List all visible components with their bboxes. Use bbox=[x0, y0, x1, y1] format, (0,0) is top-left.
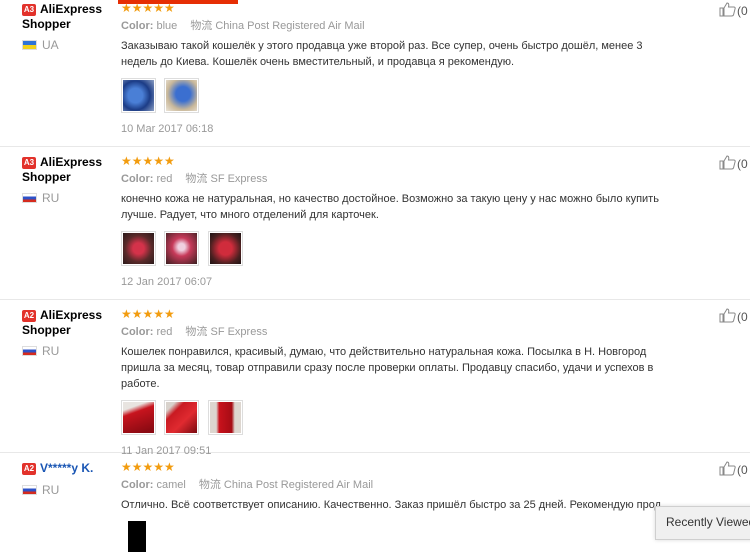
thumbs-up-icon bbox=[719, 308, 736, 323]
order-info: Color: camel 物流 China Post Registered Ai… bbox=[121, 479, 374, 491]
review-text: Кошелек понравился, красивый, думаю, что… bbox=[121, 346, 654, 390]
review-text: Отлично. Всё соответствует описанию. Кач… bbox=[121, 499, 661, 511]
russia-flag-icon bbox=[22, 193, 37, 203]
review-item: A3 AliExpress Shopper UA ★★★★★ Color: blu… bbox=[0, 2, 750, 147]
review-photo-thumbnail[interactable] bbox=[121, 78, 156, 113]
review-photo-thumbnail[interactable] bbox=[164, 78, 200, 113]
reviewer-info: A2 V*****y K. RU bbox=[22, 461, 117, 497]
review-photo-thumbnail[interactable] bbox=[164, 400, 200, 435]
star-rating: ★★★★★ bbox=[121, 1, 175, 15]
russia-flag-icon bbox=[22, 346, 37, 356]
helpful-button[interactable]: (0 bbox=[719, 461, 748, 477]
review-photos bbox=[121, 78, 661, 114]
shipping-method: 物流 SF Express bbox=[185, 173, 268, 185]
russia-flag-icon bbox=[22, 485, 37, 495]
review-photo-thumbnail[interactable] bbox=[121, 400, 156, 435]
item-color: blue bbox=[156, 20, 178, 32]
reviewer-country: RU bbox=[22, 344, 117, 358]
review-content: ★★★★★ Color: camel 物流 China Post Registe… bbox=[121, 461, 661, 557]
review-photos bbox=[121, 521, 661, 557]
order-info: Color: blue 物流 China Post Registered Air… bbox=[121, 20, 365, 32]
helpful-button[interactable]: (0 bbox=[719, 155, 748, 171]
recently-viewed-button[interactable]: Recently Viewed bbox=[655, 506, 750, 540]
reviewer-info: A2 AliExpress Shopper RU bbox=[22, 308, 117, 358]
review-photos bbox=[121, 400, 661, 436]
thumbs-up-icon bbox=[719, 461, 736, 476]
reviewer-info: A3 AliExpress Shopper UA bbox=[22, 2, 117, 52]
star-rating: ★★★★★ bbox=[121, 307, 175, 321]
reviewer-name[interactable]: A3 AliExpress Shopper bbox=[22, 155, 117, 185]
shipping-method: 物流 China Post Registered Air Mail bbox=[198, 479, 374, 491]
review-item: A3 AliExpress Shopper RU ★★★★★ Color: red… bbox=[0, 155, 750, 300]
item-color: camel bbox=[156, 479, 186, 491]
review-text: Заказываю такой кошелёк у этого продавца… bbox=[121, 40, 643, 68]
review-photo-thumbnail[interactable] bbox=[164, 231, 200, 266]
buyer-level-badge: A3 bbox=[22, 4, 36, 16]
review-date: 11 Jan 2017 09:51 bbox=[121, 445, 212, 457]
star-rating: ★★★★★ bbox=[121, 154, 175, 168]
review-date: 12 Jan 2017 06:07 bbox=[121, 276, 213, 288]
reviewer-name[interactable]: A2 V*****y K. bbox=[22, 461, 117, 476]
reviewer-country: UA bbox=[22, 38, 117, 52]
buyer-level-badge: A2 bbox=[22, 310, 36, 322]
review-content: ★★★★★ Color: red 物流 SF Express конечно к… bbox=[121, 155, 661, 289]
review-item: A2 V*****y K. RU ★★★★★ Color: camel 物流 Ch… bbox=[0, 461, 750, 552]
star-rating: ★★★★★ bbox=[121, 460, 175, 474]
review-photo-thumbnail[interactable] bbox=[121, 231, 156, 266]
helpful-button[interactable]: (0 bbox=[719, 308, 748, 324]
review-content: ★★★★★ Color: blue 物流 China Post Register… bbox=[121, 2, 661, 136]
order-info: Color: red 物流 SF Express bbox=[121, 173, 268, 185]
reviewer-info: A3 AliExpress Shopper RU bbox=[22, 155, 117, 205]
item-color: red bbox=[156, 326, 173, 338]
item-color: red bbox=[156, 173, 173, 185]
review-photo-thumbnail[interactable] bbox=[207, 231, 243, 266]
review-item: A2 AliExpress Shopper RU ★★★★★ Color: red… bbox=[0, 308, 750, 457]
ukraine-flag-icon bbox=[22, 40, 37, 50]
thumbs-up-icon bbox=[719, 2, 736, 17]
order-info: Color: red 物流 SF Express bbox=[121, 326, 268, 338]
review-content: ★★★★★ Color: red 物流 SF Express Кошелек п… bbox=[121, 308, 661, 458]
review-text: конечно кожа не натуральная, но качество… bbox=[121, 193, 659, 221]
reviewer-name[interactable]: A3 AliExpress Shopper bbox=[22, 2, 117, 32]
review-photo-thumbnail[interactable] bbox=[128, 521, 146, 552]
buyer-level-badge: A2 bbox=[22, 463, 36, 475]
reviewer-country: RU bbox=[22, 483, 117, 497]
shipping-method: 物流 China Post Registered Air Mail bbox=[190, 20, 365, 32]
review-photo-thumbnail[interactable] bbox=[207, 400, 243, 435]
buyer-level-badge: A3 bbox=[22, 157, 36, 169]
thumbs-up-icon bbox=[719, 155, 736, 170]
reviewer-name[interactable]: A2 AliExpress Shopper bbox=[22, 308, 117, 338]
review-photos bbox=[121, 231, 661, 267]
review-date: 10 Mar 2017 06:18 bbox=[121, 123, 214, 135]
shipping-method: 物流 SF Express bbox=[185, 326, 268, 338]
helpful-button[interactable]: (0 bbox=[719, 2, 748, 18]
reviewer-country: RU bbox=[22, 191, 117, 205]
